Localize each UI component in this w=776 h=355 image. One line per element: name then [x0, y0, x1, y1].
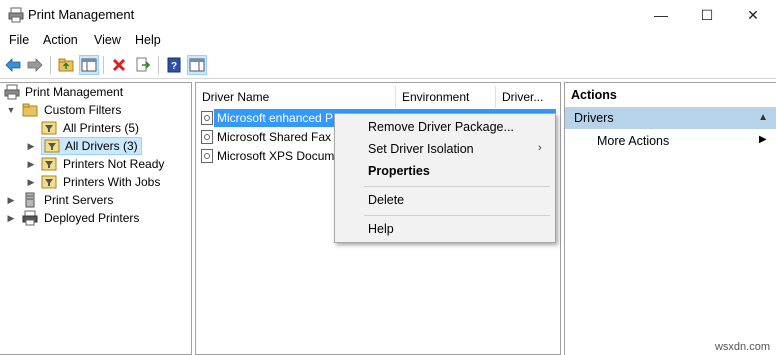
tree-label: All Drivers (3) — [65, 139, 138, 153]
menu-help[interactable]: Help — [135, 33, 161, 47]
filter-icon — [41, 121, 57, 135]
menu-remove-driver-package[interactable]: Remove Driver Package... — [368, 120, 514, 134]
menu-properties[interactable]: Properties — [368, 164, 430, 178]
column-header-driver-version[interactable]: Driver... — [502, 88, 554, 106]
driver-icon — [201, 130, 213, 144]
more-actions-item[interactable]: More Actions — [597, 134, 669, 148]
tree-label: All Printers (5) — [63, 121, 140, 135]
export-icon[interactable] — [133, 55, 153, 75]
maximize-button[interactable]: ☐ — [684, 0, 730, 30]
tree-label: Print Servers — [44, 193, 114, 207]
folder-icon — [22, 103, 38, 117]
back-icon[interactable] — [3, 55, 23, 75]
actions-header: Actions — [571, 88, 617, 102]
delete-icon[interactable] — [109, 55, 129, 75]
printer-icon — [22, 210, 38, 226]
chevron-right-icon[interactable]: ▶ — [26, 137, 36, 155]
menu-help-item[interactable]: Help — [368, 222, 394, 236]
column-divider[interactable] — [495, 86, 496, 108]
column-divider[interactable] — [395, 86, 396, 108]
filter-icon — [44, 139, 60, 153]
driver-icon — [201, 111, 213, 125]
tree-label: Print Management — [25, 85, 124, 99]
tree-label: Printers With Jobs — [63, 175, 161, 189]
toolbar-separator — [158, 56, 159, 74]
svg-text:?: ? — [171, 61, 177, 72]
print-management-icon — [8, 7, 24, 23]
filter-icon — [41, 157, 57, 171]
collapse-icon[interactable]: ▲ — [758, 107, 768, 129]
driver-name: Microsoft Shared Fax D — [217, 130, 344, 144]
action-pane-icon[interactable] — [187, 55, 207, 75]
submenu-arrow-icon: › — [538, 142, 542, 154]
tree-label: Printers Not Ready — [63, 157, 165, 171]
menu-set-driver-isolation[interactable]: Set Driver Isolation — [368, 142, 474, 156]
filter-icon — [41, 175, 57, 189]
column-header-environment[interactable]: Environment — [402, 88, 492, 106]
chevron-right-icon[interactable]: ▶ — [6, 191, 16, 209]
forward-icon[interactable] — [25, 55, 45, 75]
up-folder-icon[interactable] — [56, 55, 76, 75]
menu-delete[interactable]: Delete — [368, 193, 404, 207]
show-hide-tree-icon[interactable] — [79, 55, 99, 75]
window-title: Print Management — [28, 7, 135, 22]
chevron-right-icon[interactable]: ▶ — [26, 155, 36, 173]
toolbar-separator — [103, 56, 104, 74]
chevron-right-icon[interactable]: ▶ — [26, 173, 36, 191]
menu-file[interactable]: File — [9, 33, 29, 47]
watermark: wsxdn.com — [714, 341, 770, 353]
close-button[interactable]: ✕ — [730, 0, 776, 30]
help-icon[interactable]: ? — [164, 55, 184, 75]
column-header-driver-name[interactable]: Driver Name — [202, 88, 392, 106]
driver-name: Microsoft XPS Docum — [217, 149, 335, 163]
menu-separator — [364, 215, 550, 216]
actions-section-drivers[interactable]: Drivers ▲ — [565, 107, 776, 129]
menu-separator — [364, 186, 550, 187]
menu-view[interactable]: View — [94, 33, 121, 47]
chevron-right-icon[interactable]: ▶ — [759, 134, 767, 145]
chevron-right-icon[interactable]: ▶ — [6, 209, 16, 227]
toolbar-separator — [50, 56, 51, 74]
chevron-down-icon[interactable]: ▼ — [6, 101, 16, 119]
tree-item-all-drivers[interactable]: All Drivers (3) — [41, 137, 142, 155]
minimize-button[interactable]: — — [638, 0, 684, 30]
section-label: Drivers — [574, 111, 614, 125]
server-icon — [25, 192, 35, 208]
tree-label: Custom Filters — [44, 103, 122, 117]
printer-icon — [4, 84, 20, 100]
menu-action[interactable]: Action — [43, 33, 78, 47]
driver-icon — [201, 149, 213, 163]
driver-name: Microsoft enhanced P — [217, 111, 334, 125]
tree-label: Deployed Printers — [44, 211, 140, 225]
